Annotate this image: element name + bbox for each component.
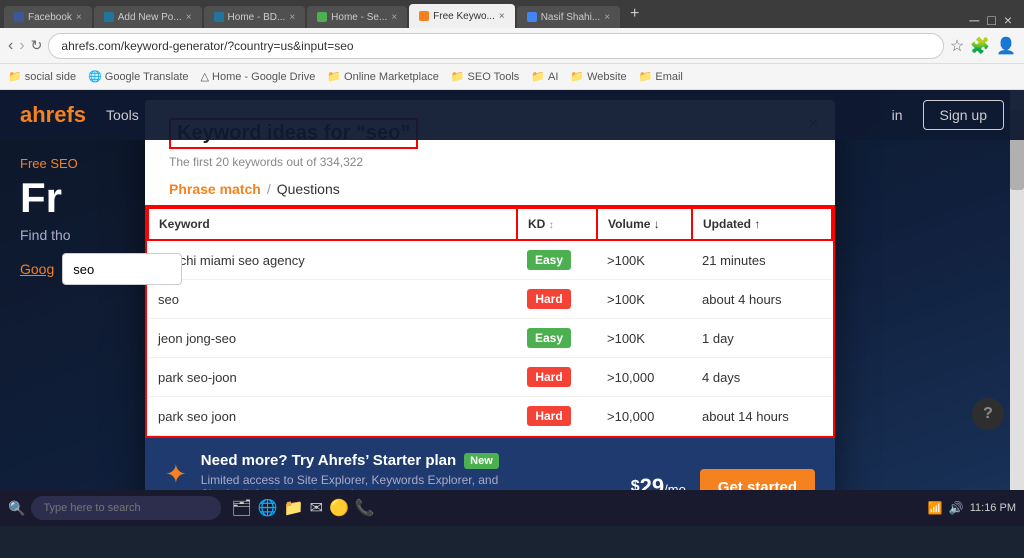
volume-cell: >10,000 [597,358,692,397]
cta-new-badge: New [464,453,499,469]
folder-icon: 📁 [451,70,465,83]
google-label: Goog [20,261,54,277]
tab-label: Home - Se... [331,12,387,23]
google-translate-icon: 🌐 [88,70,102,83]
address-text: ahrefs.com/keyword-generator/?country=us… [61,39,353,53]
close-tab-icon[interactable]: × [391,12,397,23]
close-tab-icon[interactable]: × [499,11,505,22]
tab-active-label: Free Keywo... [433,11,495,22]
bookmark-ai[interactable]: 📁 AI [531,70,558,83]
kd-badge: Hard [527,406,571,426]
taskbar-search-input[interactable] [31,496,221,520]
cta-banner: ✦✦ Need more? Try Ahrefs’ Starter plan N… [145,438,835,490]
bookmark-marketplace[interactable]: 📁 Online Marketplace [327,70,438,83]
keyword-cell: park seo-joon [148,358,517,397]
signup-button[interactable]: Sign up [923,100,1004,130]
drive-icon: △ [201,70,209,83]
ahrefs-logo[interactable]: ahrefs [20,102,86,128]
taskbar-clock: 11:16 PM [970,501,1016,515]
close-tab-icon[interactable]: × [289,12,295,23]
table-row: park seo joon Hard >10,000 about 14 hour… [148,397,832,436]
taskbar-chrome-icon[interactable]: 🟡 [329,498,349,518]
table-row: jeon jong-seo Easy >100K 1 day [148,319,832,358]
close-tab-icon[interactable]: × [186,12,192,23]
kd-cell: Hard [517,397,597,436]
tools-nav[interactable]: Tools [106,107,139,123]
extensions-icon[interactable]: 🧩 [970,36,990,56]
cta-dollar-sign: $ [631,478,640,490]
tab-wordpress3[interactable]: Home - Se... × [307,6,407,28]
close-tab-icon[interactable]: × [76,12,82,23]
cta-text-block: Need more? Try Ahrefs’ Starter plan New … [201,452,617,490]
close-tab-icon[interactable]: × [604,12,610,23]
tab-label: Add New Po... [118,12,182,23]
free-tag: Free SEO [20,156,1004,171]
kd-cell: Hard [517,358,597,397]
keyword-cell: park seo joon [148,397,517,436]
minimize-button[interactable]: ─ [969,12,979,28]
updated-cell: 4 days [692,358,832,397]
cta-sparkle-icon: ✦✦ [165,461,187,490]
cta-price-block: $29/mo [631,474,686,490]
tab-facebook[interactable]: Facebook × [4,6,92,28]
tab-label: Home - BD... [228,12,286,23]
new-tab-button[interactable]: + [622,5,647,23]
updated-cell: 1 day [692,319,832,358]
forward-button[interactable]: › [19,37,24,55]
volume-cell: >100K [597,319,692,358]
bookmark-seo-tools[interactable]: 📁 SEO Tools [451,70,519,83]
cta-desc-line1: Limited access to Site Explorer, Keyword… [201,473,617,487]
tab-wordpress2[interactable]: Home - BD... × [204,6,306,28]
taskbar-explorer-icon[interactable]: 📁 [284,498,304,518]
bookmark-icon: 📁 [8,70,22,83]
taskbar-network-icon: 📶 [928,501,943,515]
volume-cell: >10,000 [597,397,692,436]
tab-ahrefs-active[interactable]: Free Keywo... × [409,4,515,28]
get-started-button[interactable]: Get started [700,469,815,491]
taskbar-file-icon[interactable]: 🗂 [231,498,251,518]
folder-icon: 📁 [531,70,545,83]
hero-subtitle: Find tho [20,227,1004,243]
cta-price: 29 [640,474,664,490]
folder-icon: 📁 [327,70,341,83]
refresh-button[interactable]: ↻ [31,37,43,54]
bookmark-google-translate[interactable]: 🌐 Google Translate [88,70,188,83]
taskbar: 🔍 🗂 🌐 📁 ✉ 🟡 📞 📶 🔊 11:16 PM [0,490,1024,526]
hero-title: Fr [20,175,1004,221]
ahrefs-header: ahrefs Tools in Sign up [0,90,1024,140]
folder-icon: 📁 [570,70,584,83]
bookmark-google-drive[interactable]: △ Home - Google Drive [201,70,316,83]
keyword-search-input[interactable] [62,253,182,285]
kd-badge: Hard [527,367,571,387]
close-window-button[interactable]: × [1004,12,1012,28]
kd-badge: Easy [527,328,571,348]
table-row: park seo-joon Hard >10,000 4 days [148,358,832,397]
keyword-cell: jeon jong-seo [148,319,517,358]
taskbar-volume-icon: 🔊 [949,501,964,515]
start-search-icon[interactable]: 🔍 [8,500,25,517]
back-button[interactable]: ‹ [8,37,13,55]
tab-wordpress1[interactable]: Add New Po... × [94,6,202,28]
bookmark-email[interactable]: 📁 Email [639,70,683,83]
taskbar-mail-icon[interactable]: ✉ [310,498,323,518]
cta-title: Need more? Try Ahrefs’ Starter plan [201,452,456,469]
kd-cell: Easy [517,319,597,358]
maximize-button[interactable]: □ [987,12,995,28]
bookmark-social-side[interactable]: 📁 social side [8,70,76,83]
profile-icon[interactable]: 👤 [996,36,1016,56]
taskbar-edge-icon[interactable]: 🌐 [258,498,278,518]
tab-facebook-label: Facebook [28,12,72,23]
address-bar[interactable]: ahrefs.com/keyword-generator/?country=us… [48,33,943,59]
cta-per-mo: /mo [664,482,686,490]
taskbar-app-icon[interactable]: 📞 [355,498,375,518]
bookmark-website[interactable]: 📁 Website [570,70,626,83]
bookmark-icon[interactable]: ☆ [950,36,964,56]
tab-nasif[interactable]: Nasif Shahi... × [517,6,620,28]
folder-icon: 📁 [639,70,653,83]
updated-cell: about 14 hours [692,397,832,436]
tab-label: Nasif Shahi... [541,12,600,23]
signin-link[interactable]: in [892,107,903,123]
